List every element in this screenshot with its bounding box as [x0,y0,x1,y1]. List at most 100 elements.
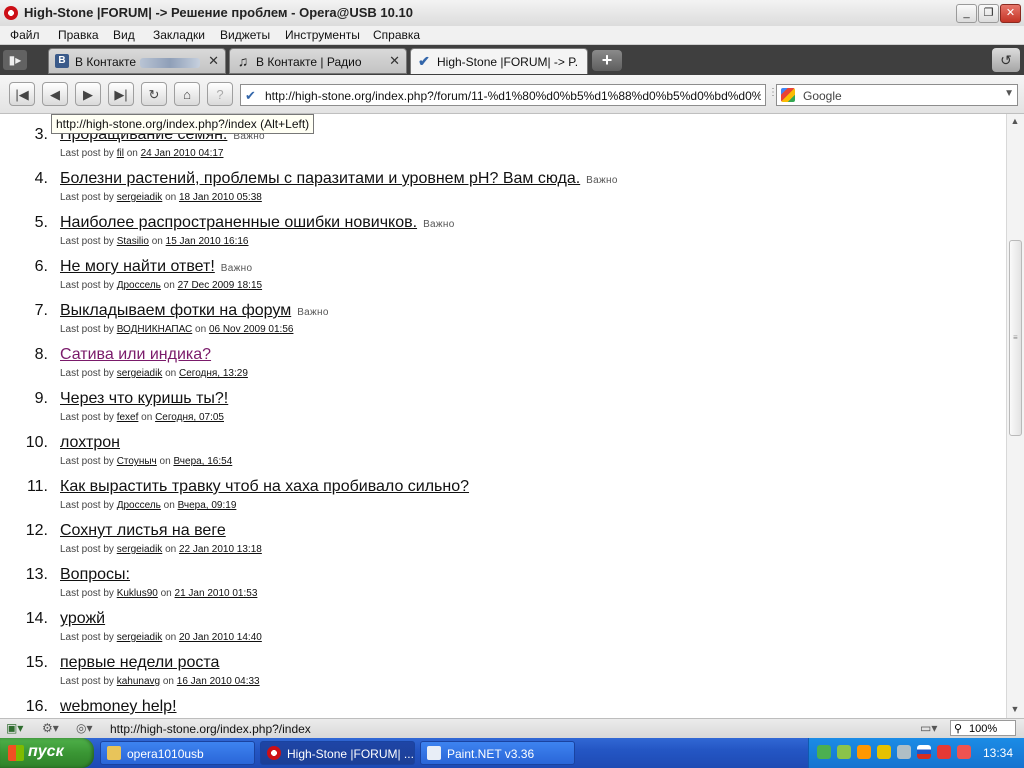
tray-app-icon[interactable] [857,745,871,759]
search-field[interactable]: Google ▼ [776,84,1018,106]
topic-title-text[interactable]: Выкладываем фотки на форум [60,302,291,319]
topic-title-link[interactable]: Не могу найти ответ! Важно [60,258,252,276]
post-date-link[interactable]: Вчера, 09:19 [178,500,237,511]
reload-button[interactable]: ↻ [141,82,167,106]
topic-title-text[interactable]: webmoney help! [60,698,177,715]
tab-high-stone[interactable]: ✔ High-Stone |FORUM| -> P... [410,48,588,74]
task-opera-browser[interactable]: High-Stone |FORUM| ... [260,741,415,765]
topic-title-link[interactable]: Выкладываем фотки на форум Важно [60,302,329,320]
tab-vkontakte-radio[interactable]: ♫ В Контакте | Радио ✕ [229,48,407,74]
topic-title-link[interactable]: урожй [60,610,105,628]
panel-toggle-button[interactable]: ▮▸ [3,50,27,70]
author-link[interactable]: Дроссель [117,280,161,291]
back-button[interactable]: ◀ [42,82,68,106]
menu-tools[interactable]: Инструменты [285,28,360,42]
panel-icon[interactable]: ▣▾ [6,721,23,735]
address-input[interactable]: http://high-stone.org/index.php?/forum/1… [265,89,761,103]
view-icon[interactable]: ▭▾ [920,721,937,735]
topic-title-link[interactable]: первые недели роста [60,654,219,672]
tray-app-icon[interactable] [937,745,951,759]
topic-title-text[interactable]: Сохнут листья на веге [60,522,226,539]
author-link[interactable]: fil [117,148,124,159]
close-tab-icon[interactable]: ✕ [208,53,219,69]
wand-button[interactable]: ? [207,82,233,106]
author-link[interactable]: ВОДНИКНАПАС [117,324,193,335]
topic-title-text[interactable]: Не могу найти ответ! [60,258,215,275]
topic-title-link[interactable]: Болезни растений, проблемы с паразитами … [60,170,618,188]
menu-file[interactable]: Файл [10,28,40,42]
search-input[interactable]: Google [803,89,842,103]
post-date-link[interactable]: Сегодня, 07:05 [155,412,224,423]
post-date-link[interactable]: 21 Jan 2010 01:53 [175,588,258,599]
tray-app-icon[interactable] [817,745,831,759]
topic-title-text[interactable]: Болезни растений, проблемы с паразитами … [60,170,580,187]
rewind-button[interactable]: |◀ [9,82,35,106]
start-button[interactable]: пуск [0,738,94,768]
topic-title-text[interactable]: Сатива или индика? [60,346,211,363]
topic-title-link[interactable]: Вопросы: [60,566,130,584]
task-paintnet[interactable]: Paint.NET v3.36 [420,741,575,765]
topic-title-text[interactable]: Через что куришь ты?! [60,390,228,407]
author-link[interactable]: sergeiadik [117,544,163,555]
topic-title-text[interactable]: лохтрон [60,434,120,451]
topic-title-link[interactable]: Через что куришь ты?! [60,390,228,408]
tab-vkontakte[interactable]: B В Контакте ✕ [48,48,226,74]
topic-title-link[interactable]: лохтрон [60,434,120,452]
menu-widgets[interactable]: Виджеты [220,28,270,42]
close-button[interactable]: ✕ [1000,4,1021,23]
post-date-link[interactable]: 24 Jan 2010 04:17 [141,148,224,159]
close-tab-icon[interactable]: ✕ [389,53,400,69]
post-date-link[interactable]: 22 Jan 2010 13:18 [179,544,262,555]
tray-app-icon[interactable] [837,745,851,759]
task-opera-folder[interactable]: opera1010usb [100,741,255,765]
topic-title-link[interactable]: Наиболее распространенные ошибки новичко… [60,214,455,232]
author-link[interactable]: Stasilio [117,236,149,247]
network-icon[interactable]: ⚙▾ [42,721,59,735]
post-date-link[interactable]: 16 Jan 2010 04:33 [177,676,260,687]
minimize-button[interactable]: _ [956,4,977,23]
post-date-link[interactable]: 20 Jan 2010 14:40 [179,632,262,643]
topic-title-text[interactable]: Вопросы: [60,566,130,583]
scroll-down-icon[interactable]: ▼ [1010,704,1020,714]
author-link[interactable]: Дроссель [117,500,161,511]
author-link[interactable]: fexef [117,412,139,423]
closed-tabs-icon[interactable]: ↺ [992,48,1020,72]
author-link[interactable]: Стоуныч [117,456,157,467]
volume-icon[interactable] [897,745,911,759]
address-bar[interactable]: ✔ http://high-stone.org/index.php?/forum… [240,84,766,106]
post-date-link[interactable]: 27 Dec 2009 18:15 [178,280,263,291]
post-date-link[interactable]: Вчера, 16:54 [173,456,232,467]
scroll-up-icon[interactable]: ▲ [1010,116,1020,126]
post-date-link[interactable]: Сегодня, 13:29 [179,368,248,379]
author-link[interactable]: sergeiadik [117,368,163,379]
menu-bookmarks[interactable]: Закладки [153,28,205,42]
topic-title-link[interactable]: webmoney help! [60,698,177,716]
maximize-button[interactable]: ❐ [978,4,999,23]
post-date-link[interactable]: 06 Nov 2009 01:56 [209,324,294,335]
tray-app-icon[interactable] [877,745,891,759]
menu-help[interactable]: Справка [373,28,420,42]
topic-title-link[interactable]: Сатива или индика? [60,346,211,364]
post-date-link[interactable]: 15 Jan 2010 16:16 [166,236,249,247]
author-link[interactable]: sergeiadik [117,632,163,643]
author-link[interactable]: sergeiadik [117,192,163,203]
author-link[interactable]: Kuklus90 [117,588,158,599]
topic-title-link[interactable]: Сохнут листья на веге [60,522,226,540]
zoom-control[interactable]: ⚲ 100% [950,720,1016,736]
menu-view[interactable]: Вид [113,28,135,42]
topic-title-text[interactable]: Наиболее распространенные ошибки новичко… [60,214,417,231]
topic-title-text[interactable]: первые недели роста [60,654,219,671]
language-flag-icon[interactable] [917,745,931,759]
topic-title-text[interactable]: урожй [60,610,105,627]
topic-title-text[interactable]: Как вырастить травку чтоб на хаха пробив… [60,478,469,495]
turbo-icon[interactable]: ◎▾ [76,721,93,735]
fast-forward-button[interactable]: ▶| [108,82,134,106]
topic-title-link[interactable]: Как вырастить травку чтоб на хаха пробив… [60,478,469,496]
menu-edit[interactable]: Правка [58,28,99,42]
vertical-scrollbar[interactable]: ▲ ≡ ▼ [1006,114,1024,718]
author-link[interactable]: kahunavg [117,676,160,687]
chevron-down-icon[interactable]: ▼ [1004,88,1014,99]
scrollbar-thumb[interactable]: ≡ [1009,240,1022,436]
tray-app-icon[interactable] [957,745,971,759]
forward-button[interactable]: ▶ [75,82,101,106]
